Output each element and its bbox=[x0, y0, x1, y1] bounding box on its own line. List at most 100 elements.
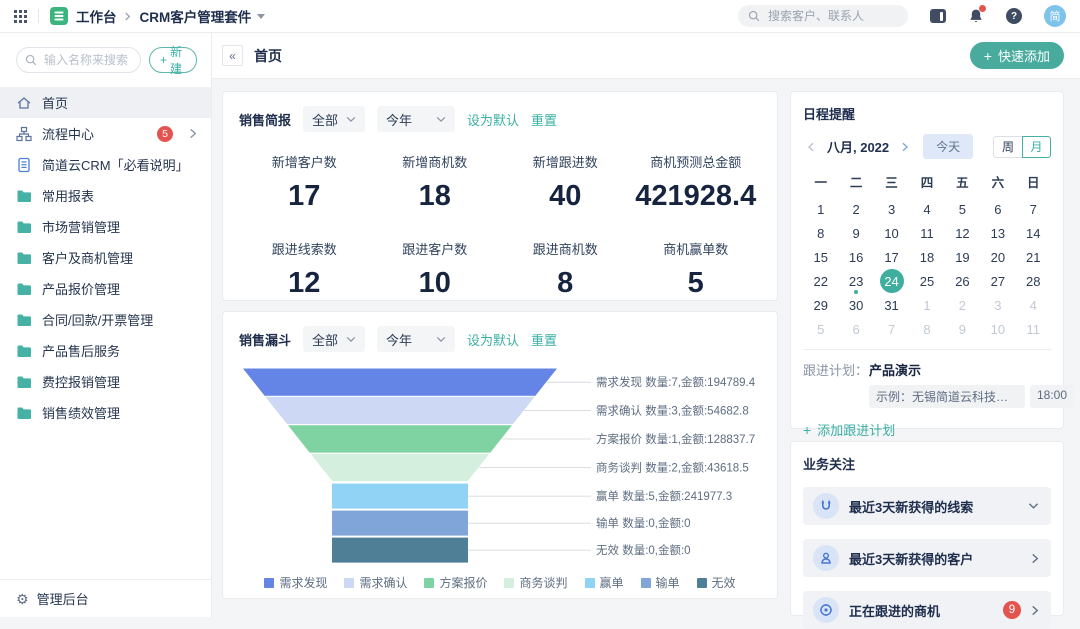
month-toggle[interactable]: 月 bbox=[1022, 136, 1051, 158]
calendar-day[interactable]: 1 bbox=[803, 197, 838, 221]
calendar-day[interactable]: 4 bbox=[1016, 293, 1051, 317]
notifications-bell-icon[interactable] bbox=[968, 8, 984, 24]
calendar-day[interactable]: 16 bbox=[838, 245, 873, 269]
calendar-day[interactable]: 3 bbox=[874, 197, 909, 221]
scope-select[interactable]: 全部 bbox=[303, 106, 365, 132]
calendar-day[interactable]: 12 bbox=[945, 221, 980, 245]
next-month-icon[interactable] bbox=[897, 139, 913, 155]
set-default-link[interactable]: 设为默认 bbox=[467, 330, 519, 349]
calendar-day[interactable]: 6 bbox=[980, 197, 1015, 221]
sidebar-item[interactable]: 首页 bbox=[0, 87, 211, 118]
legend-item[interactable]: 赢单 bbox=[585, 574, 624, 591]
calendar-day[interactable]: 30 bbox=[838, 293, 873, 317]
sidebar-item[interactable]: 费控报销管理 bbox=[0, 366, 211, 397]
calendar-day[interactable]: 28 bbox=[1016, 269, 1051, 293]
quick-add-button[interactable]: + 快速添加 bbox=[970, 42, 1064, 69]
calendar-day[interactable]: 17 bbox=[874, 245, 909, 269]
calendar-day[interactable]: 26 bbox=[945, 269, 980, 293]
legend-item[interactable]: 输单 bbox=[641, 574, 680, 591]
folder-icon bbox=[16, 188, 32, 204]
sidebar-item[interactable]: 合同/回款/开票管理 bbox=[0, 304, 211, 335]
calendar-day[interactable]: 1 bbox=[909, 293, 944, 317]
calendar-day[interactable]: 5 bbox=[803, 317, 838, 341]
reset-link[interactable]: 重置 bbox=[531, 110, 557, 129]
focus-row[interactable]: 正在跟进的商机9 bbox=[803, 591, 1051, 629]
add-plan-link[interactable]: + 添加跟进计划 bbox=[803, 420, 1051, 439]
calendar-day[interactable]: 2 bbox=[838, 197, 873, 221]
badge-count: 9 bbox=[1003, 601, 1021, 619]
legend-item[interactable]: 需求发现 bbox=[264, 574, 327, 591]
calendar-day[interactable]: 25 bbox=[909, 269, 944, 293]
legend-item[interactable]: 需求确认 bbox=[344, 574, 407, 591]
calendar-day[interactable]: 11 bbox=[1016, 317, 1051, 341]
calendar-day[interactable]: 24 bbox=[874, 269, 909, 293]
sidebar-item[interactable]: 产品售后服务 bbox=[0, 335, 211, 366]
calendar-day[interactable]: 9 bbox=[945, 317, 980, 341]
sidebar-search[interactable] bbox=[16, 47, 141, 73]
calendar-day[interactable]: 3 bbox=[980, 293, 1015, 317]
focus-row[interactable]: 最近3天新获得的线索 bbox=[803, 487, 1051, 525]
day-number: 15 bbox=[809, 245, 833, 269]
calendar-day[interactable]: 10 bbox=[980, 317, 1015, 341]
sidebar-item[interactable]: 产品报价管理 bbox=[0, 273, 211, 304]
calendar-day[interactable]: 13 bbox=[980, 221, 1015, 245]
sidebar-item[interactable]: 客户及商机管理 bbox=[0, 242, 211, 273]
calendar-day[interactable]: 4 bbox=[909, 197, 944, 221]
calendar-day[interactable]: 27 bbox=[980, 269, 1015, 293]
calendar-day[interactable]: 8 bbox=[909, 317, 944, 341]
workspace-link[interactable]: 工作台 bbox=[76, 6, 117, 26]
legend-item[interactable]: 商务谈判 bbox=[504, 574, 567, 591]
journal-icon[interactable] bbox=[930, 9, 946, 23]
calendar-day[interactable]: 22 bbox=[803, 269, 838, 293]
calendar-day[interactable]: 5 bbox=[945, 197, 980, 221]
calendar-day[interactable]: 11 bbox=[909, 221, 944, 245]
calendar-day[interactable]: 21 bbox=[1016, 245, 1051, 269]
app-launcher-icon[interactable] bbox=[14, 10, 27, 23]
time-select[interactable]: 今年 bbox=[377, 326, 455, 352]
top-bar: 工作台 CRM客户管理套件 ? 简 bbox=[0, 0, 1080, 33]
calendar-day[interactable]: 29 bbox=[803, 293, 838, 317]
global-search[interactable] bbox=[738, 5, 908, 27]
calendar-day[interactable]: 19 bbox=[945, 245, 980, 269]
today-button[interactable]: 今天 bbox=[923, 134, 973, 159]
avatar[interactable]: 简 bbox=[1044, 5, 1066, 27]
sidebar-item[interactable]: 常用报表 bbox=[0, 180, 211, 211]
legend-item[interactable]: 方案报价 bbox=[424, 574, 487, 591]
sidebar-item[interactable]: 流程中心5 bbox=[0, 118, 211, 149]
sidebar-item[interactable]: 市场营销管理 bbox=[0, 211, 211, 242]
admin-console-button[interactable]: ⚙ 管理后台 bbox=[0, 579, 211, 617]
sidebar-item[interactable]: 简道云CRM「必看说明」 bbox=[0, 149, 211, 180]
time-select[interactable]: 今年 bbox=[377, 106, 455, 132]
calendar-day[interactable]: 15 bbox=[803, 245, 838, 269]
calendar-day[interactable]: 7 bbox=[874, 317, 909, 341]
reset-link[interactable]: 重置 bbox=[531, 330, 557, 349]
calendar-day[interactable]: 31 bbox=[874, 293, 909, 317]
global-search-input[interactable] bbox=[766, 8, 880, 24]
calendar-day[interactable]: 23 bbox=[838, 269, 873, 293]
week-toggle[interactable]: 周 bbox=[993, 136, 1022, 158]
help-icon[interactable]: ? bbox=[1006, 8, 1022, 24]
sidebar-item[interactable]: 销售绩效管理 bbox=[0, 397, 211, 428]
calendar-day[interactable]: 14 bbox=[1016, 221, 1051, 245]
day-number: 4 bbox=[1021, 293, 1045, 317]
calendar-day[interactable]: 10 bbox=[874, 221, 909, 245]
scope-select[interactable]: 全部 bbox=[303, 326, 365, 352]
app-title-dropdown[interactable]: CRM客户管理套件 bbox=[140, 6, 252, 26]
calendar-day[interactable]: 9 bbox=[838, 221, 873, 245]
collapse-sidebar-icon[interactable]: « bbox=[222, 45, 243, 66]
calendar-day[interactable]: 2 bbox=[945, 293, 980, 317]
legend-item[interactable]: 无效 bbox=[697, 574, 736, 591]
new-button[interactable]: + 新建 bbox=[149, 47, 197, 73]
sidebar-search-input[interactable] bbox=[42, 52, 132, 68]
caret-down-icon[interactable] bbox=[256, 12, 266, 20]
set-default-link[interactable]: 设为默认 bbox=[467, 110, 519, 129]
calendar-day[interactable]: 20 bbox=[980, 245, 1015, 269]
folder-icon bbox=[16, 374, 32, 390]
calendar-day[interactable]: 8 bbox=[803, 221, 838, 245]
calendar-day[interactable]: 7 bbox=[1016, 197, 1051, 221]
focus-row[interactable]: 最近3天新获得的客户 bbox=[803, 539, 1051, 577]
prev-month-icon[interactable] bbox=[803, 139, 819, 155]
calendar-day[interactable]: 18 bbox=[909, 245, 944, 269]
week-month-toggle: 周 月 bbox=[993, 136, 1051, 158]
calendar-day[interactable]: 6 bbox=[838, 317, 873, 341]
